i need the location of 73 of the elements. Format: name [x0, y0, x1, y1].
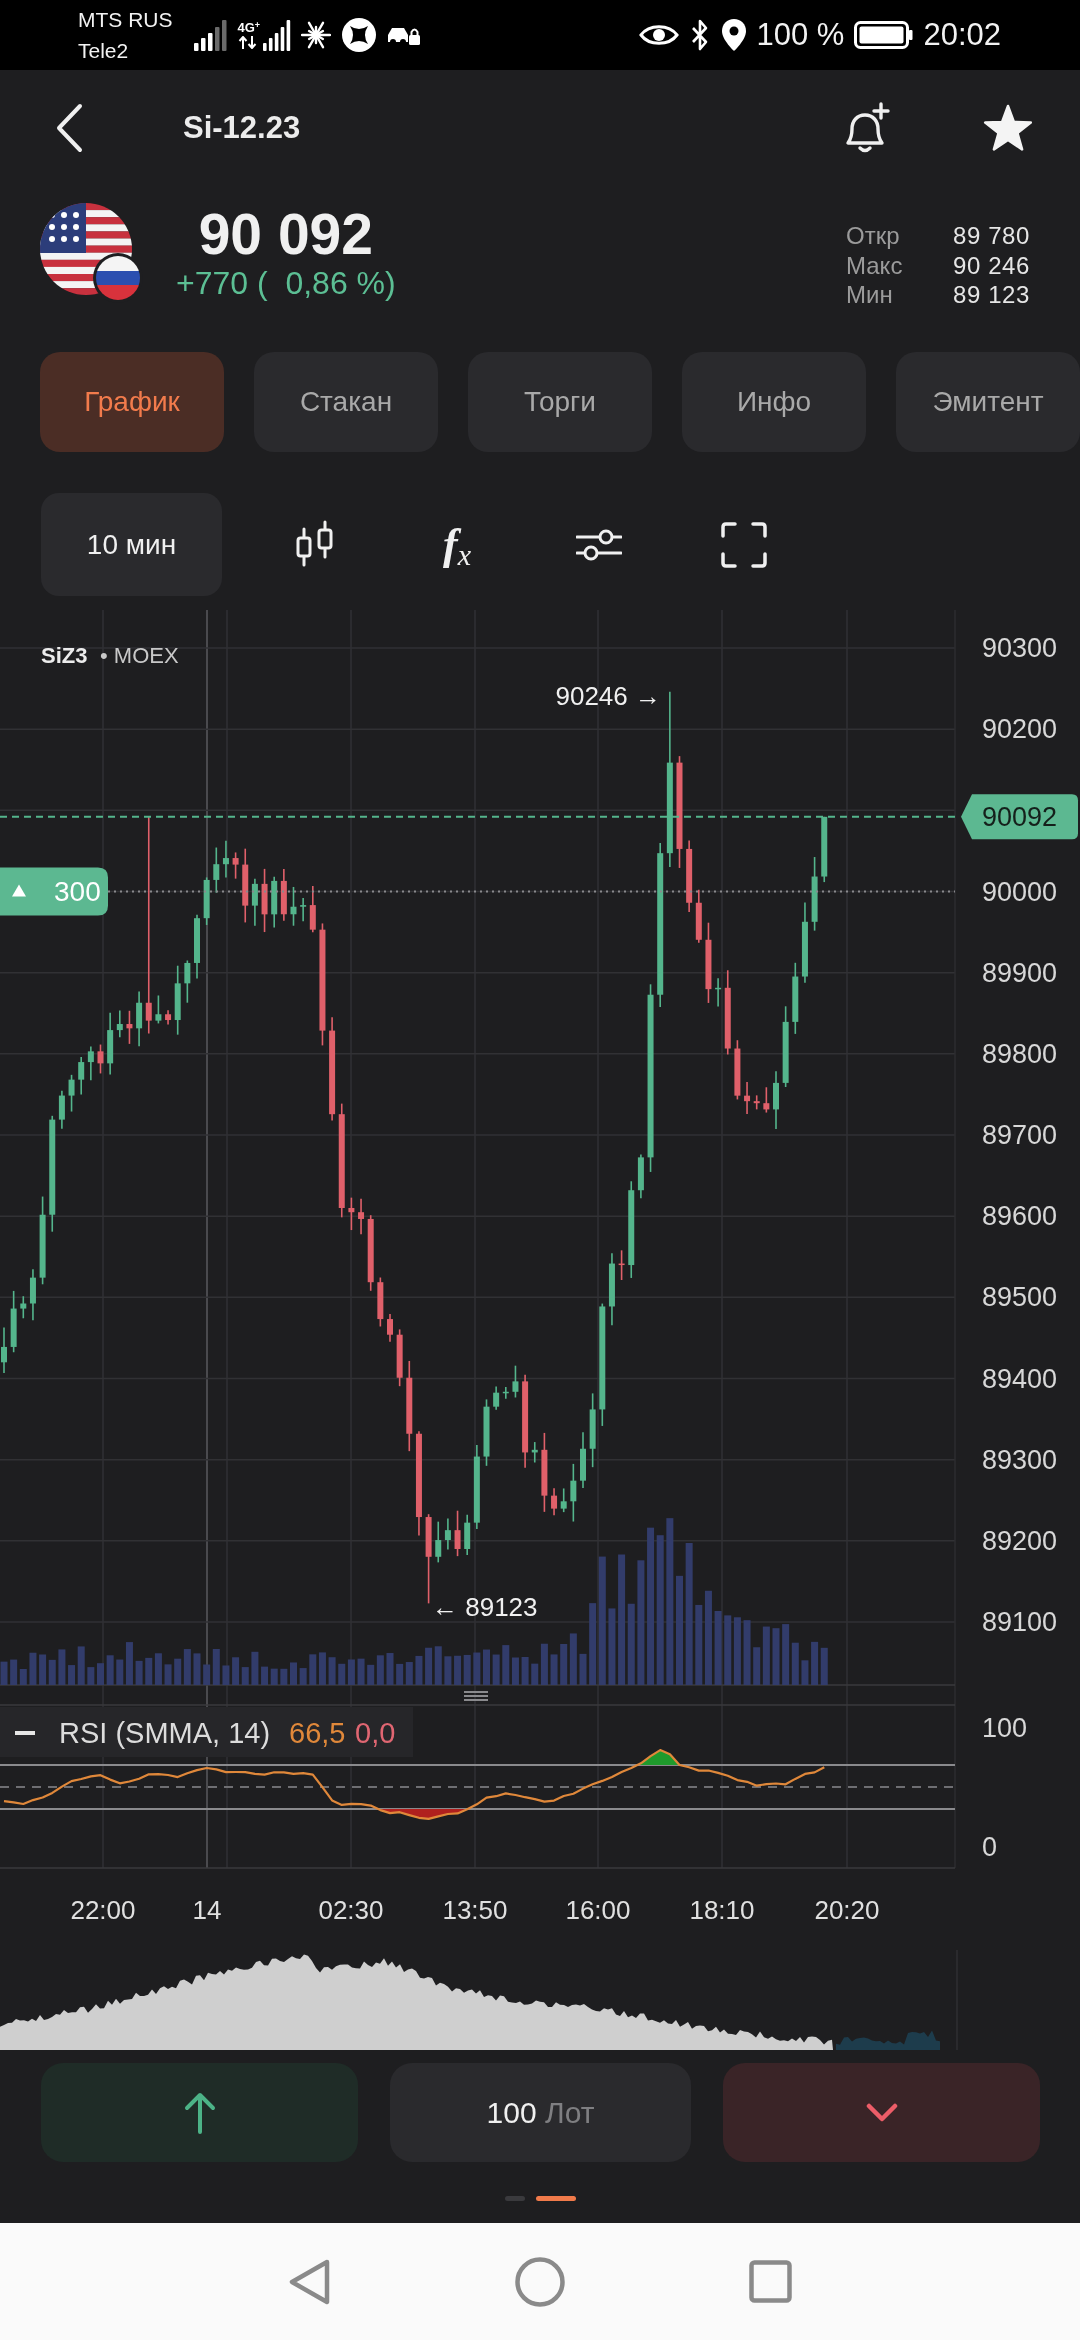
signal-icon [263, 19, 292, 51]
position-quantity: 300 [54, 876, 101, 907]
burst-icon [301, 20, 332, 50]
interval-button[interactable]: 10 мин [41, 493, 222, 596]
price-axis-label: 89300 [982, 1444, 1058, 1475]
up-triangle-icon [12, 884, 26, 897]
overview-area-chart[interactable] [0, 1954, 833, 2050]
clock: 20:02 [923, 17, 1001, 53]
back-icon[interactable] [55, 103, 83, 153]
recents-square-icon[interactable] [749, 2260, 792, 2303]
carrier-name: Tele2 [78, 38, 130, 64]
price-axis-label: 90300 [982, 633, 1058, 663]
time-axis-label: 13:50 [442, 1895, 508, 1925]
stat-label: Макс [846, 250, 904, 280]
stat-value: 90 246 [952, 250, 1030, 280]
network-type: 4G$^{+}$ [237, 21, 261, 35]
price-axis-label: 90000 [982, 876, 1058, 907]
data-arrows-icon [237, 36, 258, 49]
indicator-value: 66,5 [289, 1717, 346, 1749]
tab[interactable]: Торги [468, 352, 652, 452]
price-axis-label: 89100 [982, 1607, 1058, 1638]
price-axis-label: 89400 [982, 1363, 1058, 1394]
indicators-button[interactable]: f$_{x}$ [437, 516, 477, 573]
price-axis-label: 89600 [982, 1201, 1058, 1232]
time-axis-label: 18:10 [689, 1895, 755, 1925]
russian-flag-icon [93, 253, 143, 303]
time-axis-label: 02:30 [318, 1895, 384, 1925]
tab[interactable]: График [40, 352, 224, 452]
last-price: 90 092 [198, 203, 373, 265]
chevron-down-icon [865, 2102, 898, 2123]
battery-icon [854, 21, 914, 49]
location-icon [720, 18, 747, 52]
time-axis-label: 14 [192, 1895, 222, 1925]
fullscreen-icon[interactable] [721, 521, 767, 568]
rsi-axis-label: 0 [982, 1832, 998, 1862]
last-price-tag: 90092 [961, 794, 1078, 840]
eye-icon [638, 23, 679, 47]
price-axis-label: 89700 [982, 1120, 1058, 1150]
stat-value: 89 780 [952, 221, 1030, 251]
home-circle-icon[interactable] [515, 2256, 565, 2307]
price-axis-label: 89900 [982, 957, 1058, 988]
price-change: +770 ( 0,86 %) [176, 265, 396, 301]
price-axis-label: 89500 [982, 1282, 1058, 1313]
rsi-axis-label: 100 [982, 1713, 1028, 1743]
carrier-name: MTS RUS [78, 7, 173, 33]
stat-label: Откр [846, 221, 901, 251]
signal-icon [193, 19, 228, 51]
battery-percent: 100 % [756, 17, 845, 53]
indicator-value: 0,0 [355, 1717, 396, 1749]
time-axis-label: 22:00 [70, 1895, 136, 1925]
sliders-icon[interactable] [576, 527, 622, 562]
lot-quantity-button[interactable]: 100 Лот [390, 2063, 691, 2162]
x-circle-icon [341, 17, 378, 53]
price-axis-label: 89200 [982, 1525, 1058, 1556]
tab[interactable]: Стакан [254, 352, 438, 452]
price-low-note: ← 89123 [432, 1592, 538, 1623]
tab[interactable]: Инфо [682, 352, 866, 452]
price-axis-label: 89800 [982, 1038, 1058, 1069]
stat-label: Мин [846, 280, 894, 310]
indicator-name: RSI (SMMA, 14) [59, 1717, 271, 1749]
time-axis-label: 16:00 [565, 1895, 631, 1925]
stat-value: 89 123 [952, 280, 1030, 310]
instrument-title: Si-12.23 [183, 110, 301, 146]
back-triangle-icon[interactable] [288, 2257, 331, 2306]
resize-handle-icon[interactable] [464, 1691, 488, 1701]
tab[interactable]: Эмитент [896, 352, 1080, 452]
price-axis-label: 90200 [982, 714, 1058, 745]
symbol-name: SiZ3 [41, 642, 88, 668]
exchange-name: • MOEX [100, 642, 179, 668]
price-high-note: 90246 → [555, 680, 661, 711]
star-icon[interactable] [982, 104, 1034, 152]
time-axis-label: 20:20 [814, 1895, 880, 1925]
arrow-up-icon [183, 2091, 216, 2134]
